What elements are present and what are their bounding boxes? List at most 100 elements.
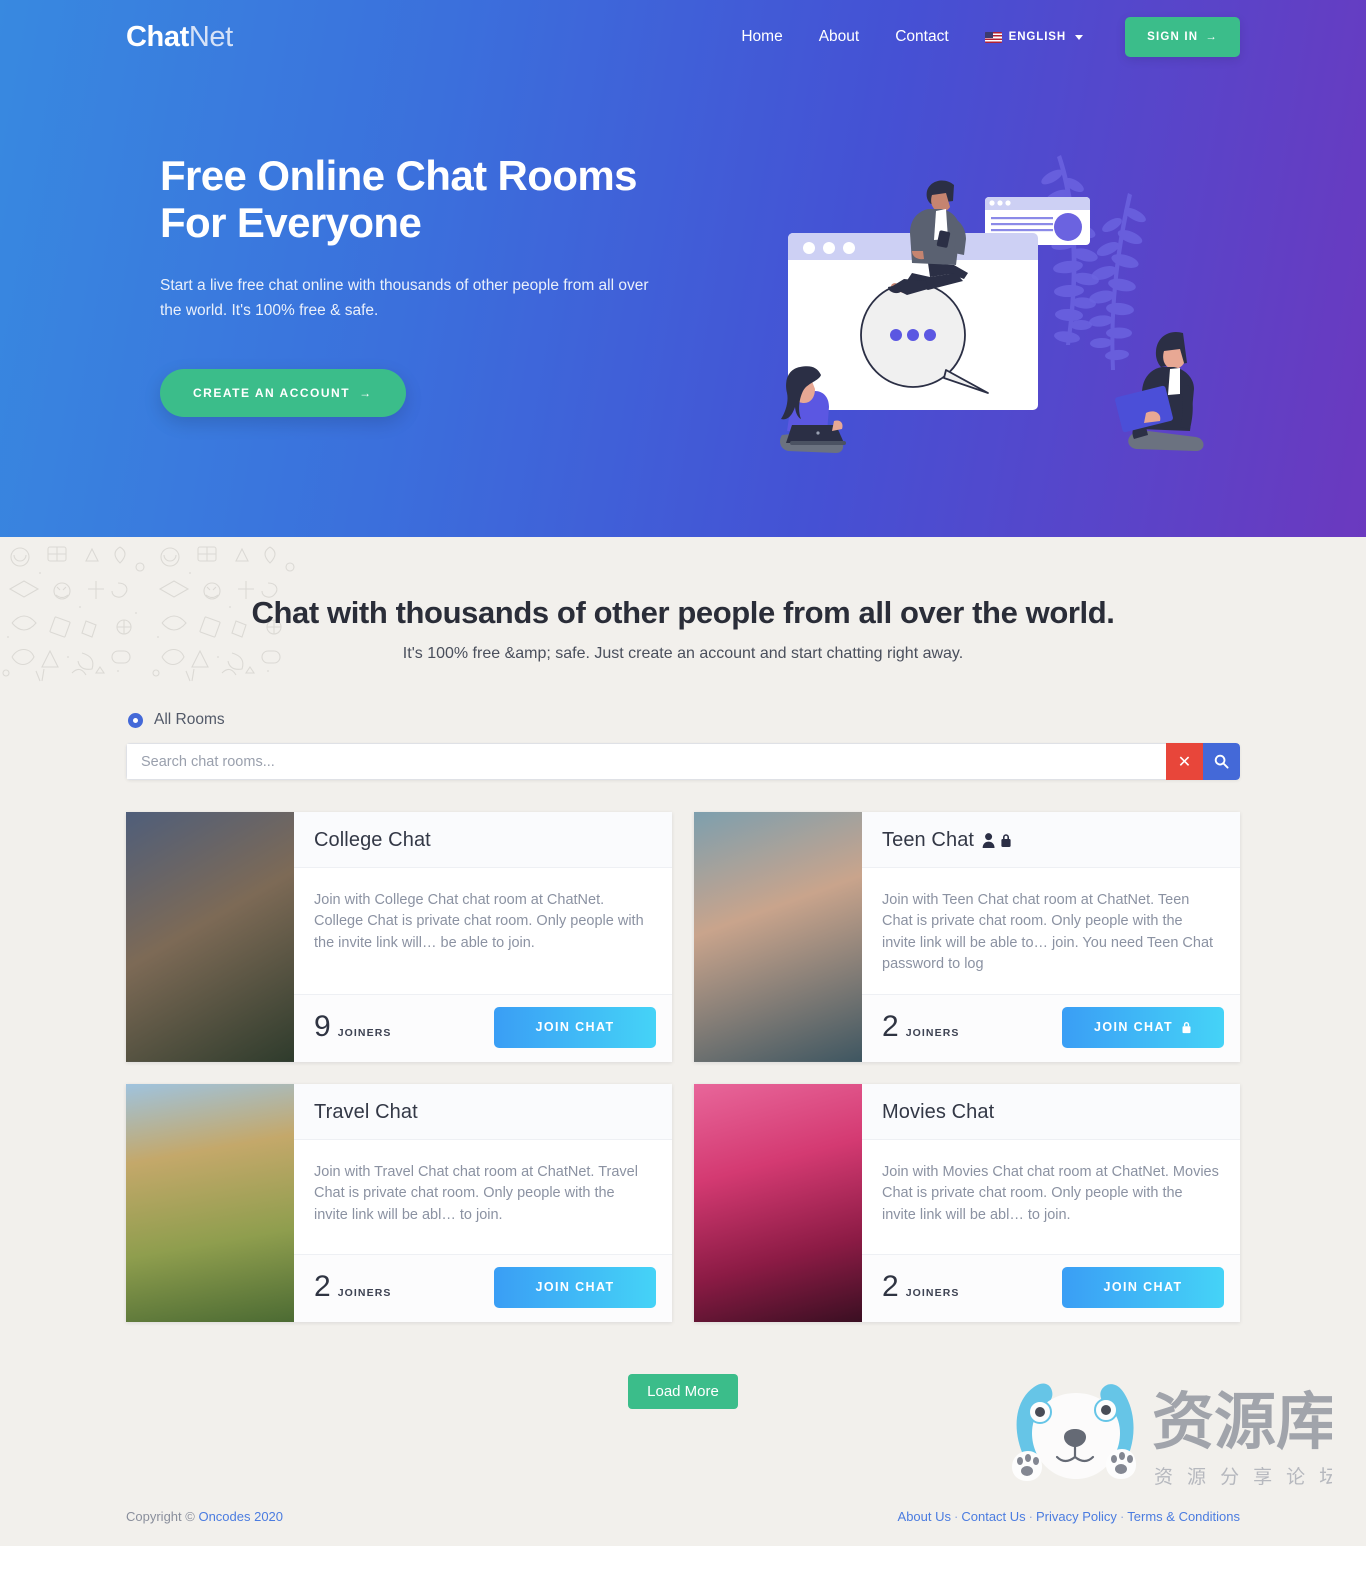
joiners-count: 9	[314, 1010, 331, 1044]
joiners-label: JOINERS	[337, 1287, 392, 1300]
join-chat-label: JOIN CHAT	[1103, 1280, 1183, 1295]
chat-room-card[interactable]: College Chat Join with College Chat chat…	[126, 812, 672, 1062]
copyright-prefix: Copyright ©	[126, 1508, 199, 1524]
card-body: Travel Chat Join with Travel Chat chat r…	[294, 1083, 672, 1322]
footer-links: About Us · Contact Us · Privacy Policy · Terms…	[898, 1509, 1240, 1524]
footer-content: Copyright © Oncodes 2020 About Us · Contac…	[126, 1509, 1240, 1524]
nav-link-about[interactable]: About	[801, 22, 878, 52]
hero-subtitle: Start a live free chat online with thous…	[160, 277, 649, 319]
arrow-right-icon: →	[1205, 31, 1218, 43]
load-more-wrapper: Load More	[0, 1322, 1366, 1509]
joiners-label: JOINERS	[905, 1287, 960, 1300]
footer-separator: ·	[1028, 1508, 1034, 1524]
card-header: Movies Chat	[862, 1083, 1240, 1140]
hero-content: Free Online Chat Rooms For Everyone Star…	[126, 74, 1240, 418]
hero-section: ChatNet Home About Contact ENGLISH SIGN …	[0, 0, 1366, 537]
all-rooms-label: All Rooms	[154, 711, 225, 728]
card-body: College Chat Join with College Chat chat…	[294, 812, 672, 1062]
card-header: Teen Chat	[862, 812, 1240, 868]
join-chat-button[interactable]: JOIN CHAT	[494, 1266, 656, 1308]
chat-room-card[interactable]: Travel Chat Join with Travel Chat chat r…	[126, 1083, 672, 1322]
join-chat-label: JOIN CHAT	[535, 1020, 615, 1035]
room-description: Join with Travel Chat chat room at ChatN…	[314, 1163, 638, 1223]
card-footer: 9 JOINERS JOIN CHAT	[294, 993, 672, 1062]
chat-room-card[interactable]: Movies Chat Join with Movies Chat chat r…	[694, 1083, 1240, 1322]
room-thumbnail-college	[126, 812, 294, 1062]
join-chat-button[interactable]: JOIN CHAT	[1062, 1006, 1224, 1048]
search-submit-button[interactable]	[1203, 743, 1240, 780]
room-title: Travel Chat	[314, 1100, 418, 1123]
arrow-right-icon: →	[359, 386, 373, 401]
create-account-label: CREATE AN ACCOUNT	[193, 386, 351, 401]
logo-text-light: Net	[188, 20, 233, 53]
clear-search-button[interactable]: ✕	[1166, 743, 1203, 780]
join-chat-label: JOIN CHAT	[535, 1280, 615, 1295]
joiners-count-group: 2 JOINERS	[314, 1272, 391, 1302]
join-chat-button[interactable]: JOIN CHAT	[1062, 1266, 1224, 1308]
room-title: Movies Chat	[882, 1100, 995, 1123]
lock-icon	[1001, 834, 1011, 847]
hero-text-block: Free Online Chat Rooms For Everyone Star…	[160, 74, 680, 418]
sign-in-button[interactable]: SIGN IN →	[1125, 17, 1240, 57]
card-footer: 2 JOINERS JOIN CHAT	[294, 1253, 672, 1322]
footer-separator: ·	[1119, 1508, 1125, 1524]
footer-link-privacy-policy[interactable]: Privacy Policy	[1036, 1509, 1117, 1524]
lock-icon	[1182, 1021, 1191, 1033]
load-more-button[interactable]: Load More	[628, 1373, 738, 1409]
footer-link-about-us[interactable]: About Us	[898, 1509, 951, 1524]
room-thumbnail-teen	[694, 812, 862, 1062]
chevron-down-icon	[1075, 34, 1084, 40]
sign-in-label: SIGN IN	[1147, 31, 1199, 43]
create-account-button[interactable]: CREATE AN ACCOUNT →	[160, 369, 406, 418]
room-thumbnail-travel	[126, 1083, 294, 1322]
chat-room-card-grid: College Chat Join with College Chat chat…	[126, 812, 1240, 1322]
chat-room-card[interactable]: Teen Chat Join with Teen Chat chat room …	[694, 812, 1240, 1062]
joiners-label: JOINERS	[337, 1027, 392, 1040]
page-footer: Copyright © Oncodes 2020 About Us · Contac…	[0, 1508, 1366, 1546]
joiners-count-group: 2 JOINERS	[882, 1012, 959, 1042]
language-selector[interactable]: ENGLISH	[967, 25, 1097, 49]
footer-link-contact-us[interactable]: Contact Us	[961, 1509, 1025, 1524]
room-description: Join with College Chat chat room at Chat…	[314, 892, 644, 951]
joiners-count: 2	[882, 1010, 899, 1044]
language-label: ENGLISH	[1008, 31, 1067, 43]
close-icon: ✕	[1177, 753, 1192, 771]
nav-right-group: Home About Contact ENGLISH SIGN IN →	[723, 17, 1240, 57]
joiners-count-group: 2 JOINERS	[882, 1272, 959, 1302]
hero-title-line-1: Free Online Chat Rooms	[160, 152, 637, 199]
nav-link-home[interactable]: Home	[723, 22, 800, 52]
page-title: Free Online Chat Rooms For Everyone	[160, 152, 680, 246]
chat-rooms-section: Chat with thousands of other people from…	[0, 537, 1366, 1509]
room-thumbnail-movies	[694, 1083, 862, 1322]
search-input[interactable]	[126, 743, 1166, 780]
section-subheading: It's 100% free &amp; safe. Just create a…	[402, 645, 964, 662]
joiners-count: 2	[882, 1270, 899, 1304]
room-description: Join with Teen Chat chat room at ChatNet…	[882, 892, 1214, 973]
logo-text-bold: Chat	[126, 20, 189, 53]
room-search-bar: ✕	[126, 743, 1240, 780]
nav-link-contact[interactable]: Contact	[877, 22, 966, 52]
card-footer: 2 JOINERS JOIN CHAT	[862, 993, 1240, 1062]
card-footer: 2 JOINERS JOIN CHAT	[862, 1253, 1240, 1322]
room-filter-row: All Rooms	[126, 711, 1240, 729]
copyright-text: Copyright © Oncodes 2020	[126, 1509, 283, 1524]
card-header: College Chat	[294, 812, 672, 868]
room-title: Teen Chat	[882, 829, 975, 851]
site-logo[interactable]: ChatNet	[126, 21, 233, 54]
us-flag-icon	[984, 31, 1002, 43]
card-header: Travel Chat	[294, 1083, 672, 1140]
all-rooms-radio[interactable]	[128, 712, 143, 728]
section-heading: Chat with thousands of other people from…	[251, 595, 1115, 630]
joiners-count: 2	[314, 1270, 331, 1304]
join-chat-label: JOIN CHAT	[1093, 1020, 1174, 1035]
card-body: Teen Chat Join with Teen Chat chat room …	[862, 812, 1240, 1062]
room-title: College Chat	[314, 829, 431, 851]
card-body: Movies Chat Join with Movies Chat chat r…	[862, 1083, 1240, 1322]
private-user-icon	[982, 833, 995, 848]
room-privacy-icons	[982, 832, 1012, 849]
copyright-link[interactable]: Oncodes 2020	[198, 1509, 283, 1524]
join-chat-button[interactable]: JOIN CHAT	[494, 1006, 656, 1048]
hero-title-line-2: For Everyone	[160, 199, 422, 247]
footer-link-terms-conditions[interactable]: Terms & Conditions	[1127, 1509, 1240, 1524]
search-icon	[1214, 754, 1229, 769]
